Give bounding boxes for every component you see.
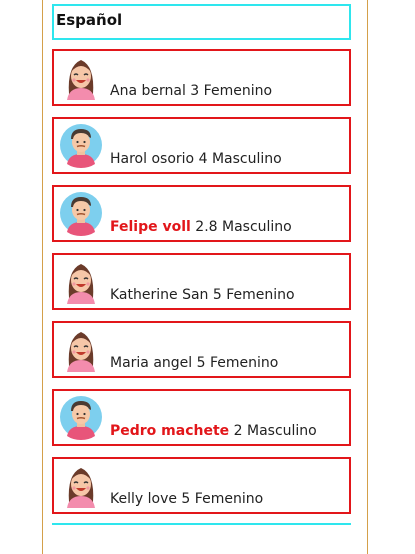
student-gender: Femenino xyxy=(194,491,264,507)
student-grade: 4 xyxy=(198,151,208,167)
student-gender: Masculino xyxy=(247,423,317,439)
student-grade: 2 xyxy=(233,423,243,439)
student-card[interactable]: Harol osorio 4 Masculino xyxy=(52,117,351,174)
student-grade: 3 xyxy=(190,83,200,99)
male-avatar-icon xyxy=(59,190,103,236)
next-section-header xyxy=(52,523,351,529)
student-gender: Femenino xyxy=(203,83,273,99)
student-name: Katherine San xyxy=(110,287,209,303)
student-card[interactable]: Pedro machete 2 Masculino xyxy=(52,389,351,446)
student-card[interactable]: Katherine San 5 Femenino xyxy=(52,253,351,310)
student-info: Katherine San 5 Femenino xyxy=(110,287,295,303)
student-card[interactable]: Kelly love 5 Femenino xyxy=(52,457,351,514)
student-info: Ana bernal 3 Femenino xyxy=(110,83,272,99)
student-name: Kelly love xyxy=(110,491,177,507)
student-name: Ana bernal xyxy=(110,83,186,99)
student-grade: 5 xyxy=(212,287,222,303)
student-card[interactable]: Maria angel 5 Femenino xyxy=(52,321,351,378)
student-info: Felipe voll 2.8 Masculino xyxy=(110,219,292,235)
student-name: Harol osorio xyxy=(110,151,195,167)
section-title: Español xyxy=(56,11,123,29)
student-info: Pedro machete 2 Masculino xyxy=(110,423,317,439)
student-info: Harol osorio 4 Masculino xyxy=(110,151,282,167)
student-grade: 2.8 xyxy=(195,219,218,235)
male-avatar-icon xyxy=(59,394,103,440)
female-avatar-icon xyxy=(59,258,103,304)
student-info: Kelly love 5 Femenino xyxy=(110,491,263,507)
female-avatar-icon xyxy=(59,462,103,508)
student-grade: 5 xyxy=(181,491,191,507)
student-name: Maria angel xyxy=(110,355,193,371)
female-avatar-icon xyxy=(59,326,103,372)
student-card[interactable]: Ana bernal 3 Femenino xyxy=(52,49,351,106)
student-info: Maria angel 5 Femenino xyxy=(110,355,278,371)
student-gender: Masculino xyxy=(222,219,292,235)
student-gender: Masculino xyxy=(211,151,282,167)
section-header: Español xyxy=(52,4,351,40)
student-grade: 5 xyxy=(196,355,206,371)
female-avatar-icon xyxy=(59,54,103,100)
student-name: Pedro machete xyxy=(110,423,230,439)
student-gender: Femenino xyxy=(226,287,295,303)
student-gender: Femenino xyxy=(210,355,279,371)
male-avatar-icon xyxy=(59,122,103,168)
student-name: Felipe voll xyxy=(110,219,191,235)
student-card[interactable]: Felipe voll 2.8 Masculino xyxy=(52,185,351,242)
